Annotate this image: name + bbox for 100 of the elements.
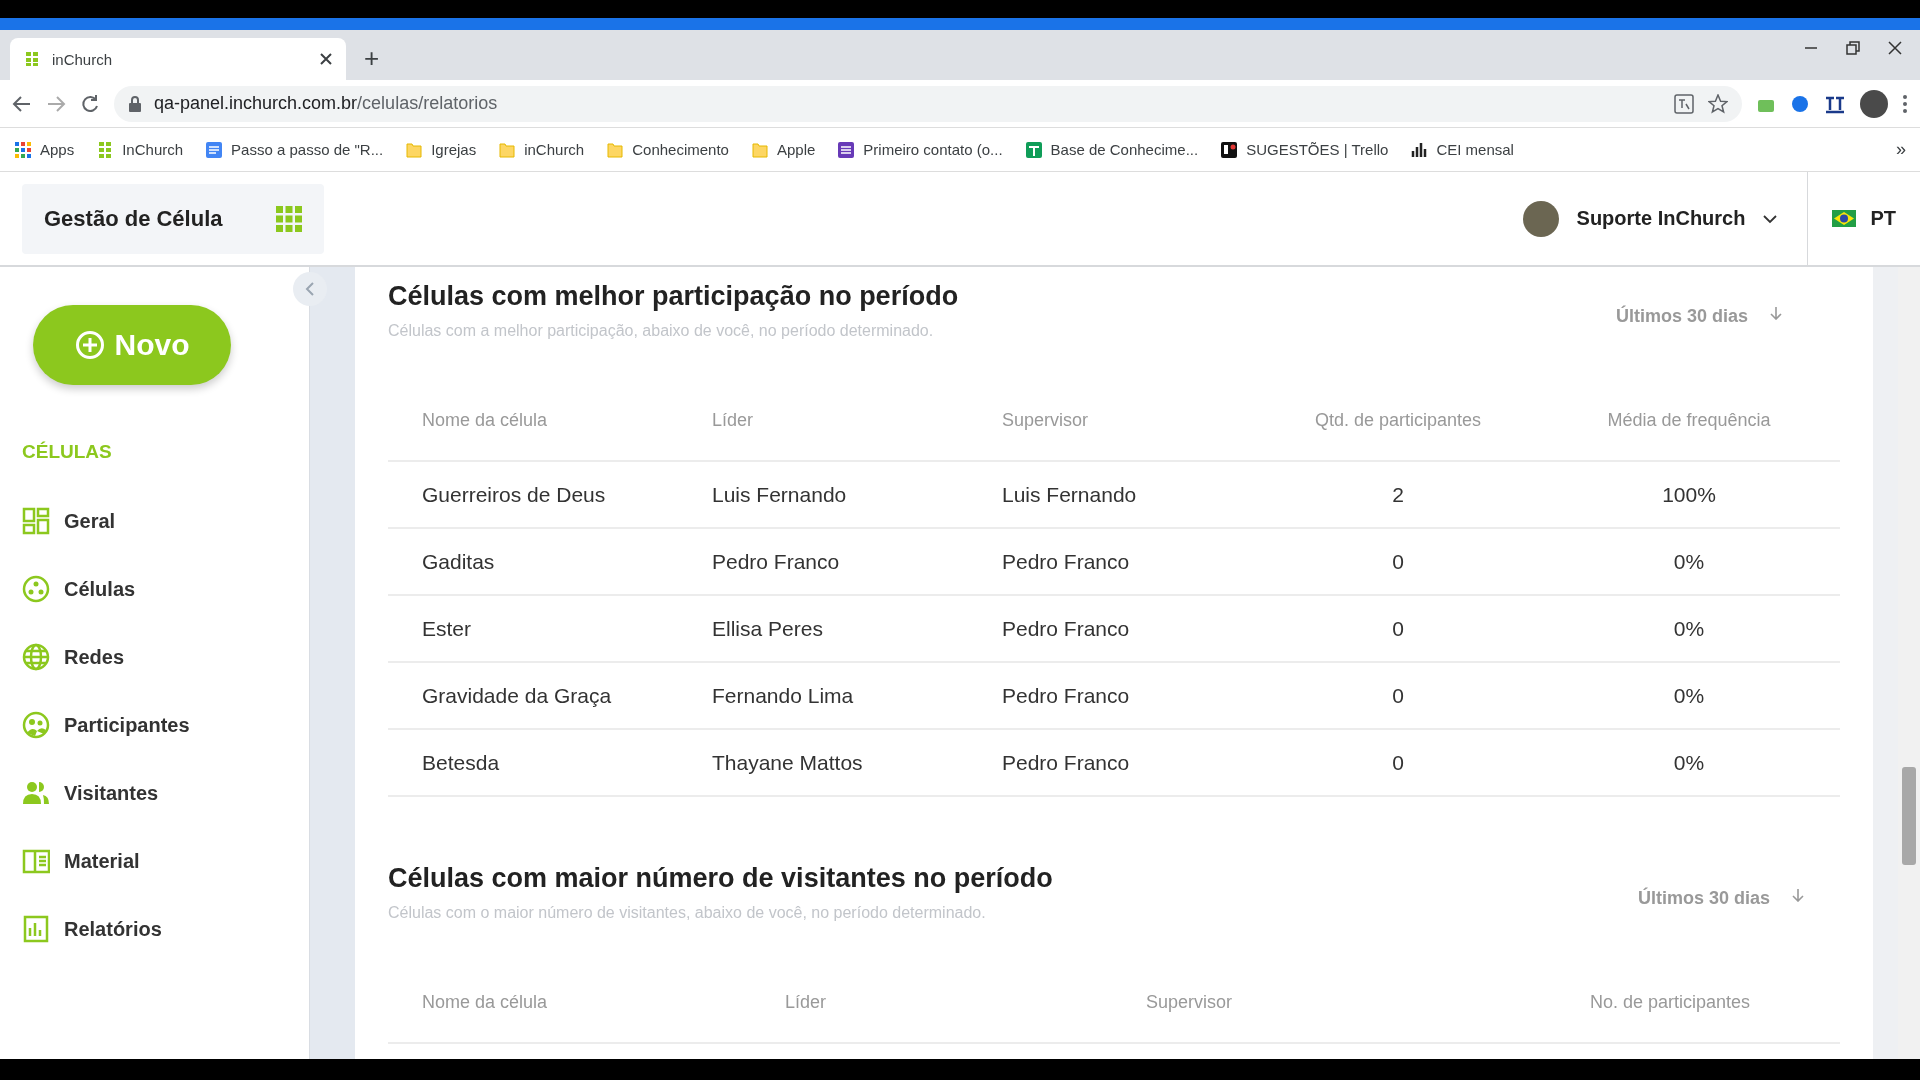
table-cell-text: 0	[1391, 683, 1405, 708]
table-cell-text: 0	[1391, 750, 1405, 775]
table-cell-text: Betesda	[421, 750, 501, 775]
url-path: /celulas/relatorios	[357, 93, 498, 113]
new-tab-button[interactable]: +	[356, 43, 388, 74]
bookmark-item[interactable]: Apps	[14, 140, 75, 159]
plus-circle-icon	[74, 330, 105, 360]
reload-icon[interactable]	[80, 93, 100, 114]
apps-grid-icon	[14, 140, 32, 159]
arrow-down-icon	[1770, 306, 1782, 320]
spreadsheet-icon	[1024, 140, 1043, 159]
table-cell-text: 2	[1391, 482, 1405, 507]
bookmark-item[interactable]: Igrejas	[405, 140, 477, 159]
bookmark-item[interactable]: Conhecimento	[606, 140, 729, 159]
dashboard-icon	[22, 507, 50, 535]
bookmark-item[interactable]: Apple	[750, 140, 816, 159]
extension-icon[interactable]	[1790, 93, 1810, 114]
table-cell-text: Pedro Franco	[1001, 549, 1131, 574]
form-icon	[837, 140, 856, 159]
bar-chart-icon	[22, 915, 50, 943]
menu-icon[interactable]	[1902, 93, 1908, 114]
scrollbar[interactable]	[1898, 267, 1920, 1059]
url-host: qa-panel.inchurch.com.br	[154, 93, 358, 113]
app-title: Gestão de Célula	[44, 205, 223, 232]
circle-dots-icon	[22, 575, 50, 603]
bookmark-item[interactable]: SUGESTÕES | Trello	[1220, 140, 1389, 159]
section-title: Células com melhor participação no período	[388, 281, 959, 312]
sidebar-item[interactable]: Material	[22, 847, 309, 875]
bookmark-item[interactable]: Base de Conhecime...	[1024, 140, 1199, 159]
column-header: Líder	[711, 409, 755, 431]
profile-avatar-icon[interactable]	[1860, 89, 1888, 118]
sidebar-item[interactable]: Visitantes	[22, 779, 309, 807]
table-cell-text: Gaditas	[421, 549, 496, 574]
table-cell-text: Pedro Franco	[1001, 616, 1131, 641]
more-bookmarks-button[interactable]: »	[1896, 139, 1906, 160]
table-cell-text: 0%	[1672, 750, 1706, 775]
chevron-down-icon[interactable]	[1763, 213, 1778, 224]
column-header: No. de participantes	[1588, 991, 1751, 1013]
scrollbar-thumb[interactable]	[1902, 767, 1916, 865]
lock-icon	[128, 95, 142, 112]
column-header: Líder	[784, 991, 828, 1013]
table-cell-text: Gravidade da Graça	[421, 683, 613, 708]
section-subtitle: Células com o maior número de visitantes, abaixo de você, no período determinado.	[388, 904, 987, 922]
bookmark-item[interactable]: CEI mensal	[1410, 140, 1514, 159]
sidebar-item[interactable]: Redes	[22, 643, 309, 671]
close-icon[interactable]	[1888, 41, 1902, 55]
close-icon[interactable]	[320, 53, 332, 65]
sidebar-item[interactable]: Relatórios	[22, 915, 309, 943]
section-subtitle: Células com a melhor participação, abaixo de você, no período determinado.	[388, 322, 935, 340]
board-icon	[1220, 140, 1239, 159]
language-selector[interactable]: PT	[1807, 172, 1920, 265]
table-cell-text: Luis Fernando	[1001, 482, 1138, 507]
table-cell-text: 0%	[1672, 616, 1706, 641]
sidebar-item[interactable]: Participantes	[22, 711, 309, 739]
globe-icon	[22, 643, 50, 671]
table-cell-text: Thayane Mattos	[711, 750, 864, 775]
column-header: Supervisor	[1001, 409, 1090, 431]
column-header: Média de frequência	[1606, 409, 1772, 431]
column-header: Nome da célula	[421, 991, 549, 1013]
sidebar-item[interactable]: Geral	[22, 507, 309, 535]
table-cell-text: 0%	[1672, 683, 1706, 708]
table-cell-text: 0%	[1672, 549, 1706, 574]
book-icon	[22, 847, 50, 875]
bookmark-item[interactable]: Primeiro contato (o...	[837, 140, 1003, 159]
table-cell-text: Guerreiros de Deus	[421, 482, 607, 507]
table-cell-text: Ellisa Peres	[711, 616, 824, 641]
group-badge-icon	[22, 711, 50, 739]
bar-chart-icon	[1410, 140, 1429, 159]
table-cell-text: Fernando Lima	[711, 683, 855, 708]
bookmark-item[interactable]: inChurch	[498, 140, 585, 159]
table-cell-text: Pedro Franco	[1001, 683, 1131, 708]
section-title: Células com maior número de visitantes no período	[388, 863, 1053, 894]
bookmark-item[interactable]: Passo a passo de "R...	[205, 140, 384, 159]
star-icon[interactable]	[1708, 93, 1728, 114]
people-icon	[22, 779, 50, 807]
table-cell-text: Pedro Franco	[711, 549, 841, 574]
table-cell-text: 100%	[1661, 482, 1717, 507]
address-bar[interactable]: qa-panel.inchurch.com.br/celulas/relatorios	[114, 85, 1742, 122]
sidebar-item[interactable]: Células	[22, 575, 309, 603]
avatar-placeholder	[1522, 200, 1559, 237]
arrow-down-icon	[1792, 888, 1804, 902]
app-switcher-panel[interactable]: Gestão de Célula	[22, 183, 324, 254]
browser-tab[interactable]: inChurch	[10, 38, 346, 80]
folder-icon	[750, 140, 769, 159]
site-favicon-icon	[24, 51, 40, 67]
folder-icon	[606, 140, 625, 159]
section-heading: CÉLULAS	[22, 441, 113, 463]
table-cell-text: Ester	[421, 616, 472, 641]
table-cell-text: Pedro Franco	[1001, 750, 1131, 775]
table-cell-text: Luis Fernando	[711, 482, 848, 507]
back-icon[interactable]	[12, 93, 32, 114]
column-header: Nome da célula	[421, 409, 549, 431]
folder-icon	[498, 140, 517, 159]
user-name[interactable]: Suporte InChurch	[1576, 207, 1746, 230]
translate-icon[interactable]	[1674, 93, 1694, 114]
table-cell-text: 0	[1391, 549, 1405, 574]
document-icon	[205, 140, 224, 159]
bookmark-item[interactable]: InChurch	[96, 140, 184, 159]
restore-icon[interactable]	[1846, 41, 1860, 55]
column-header: Supervisor	[1145, 991, 1234, 1013]
